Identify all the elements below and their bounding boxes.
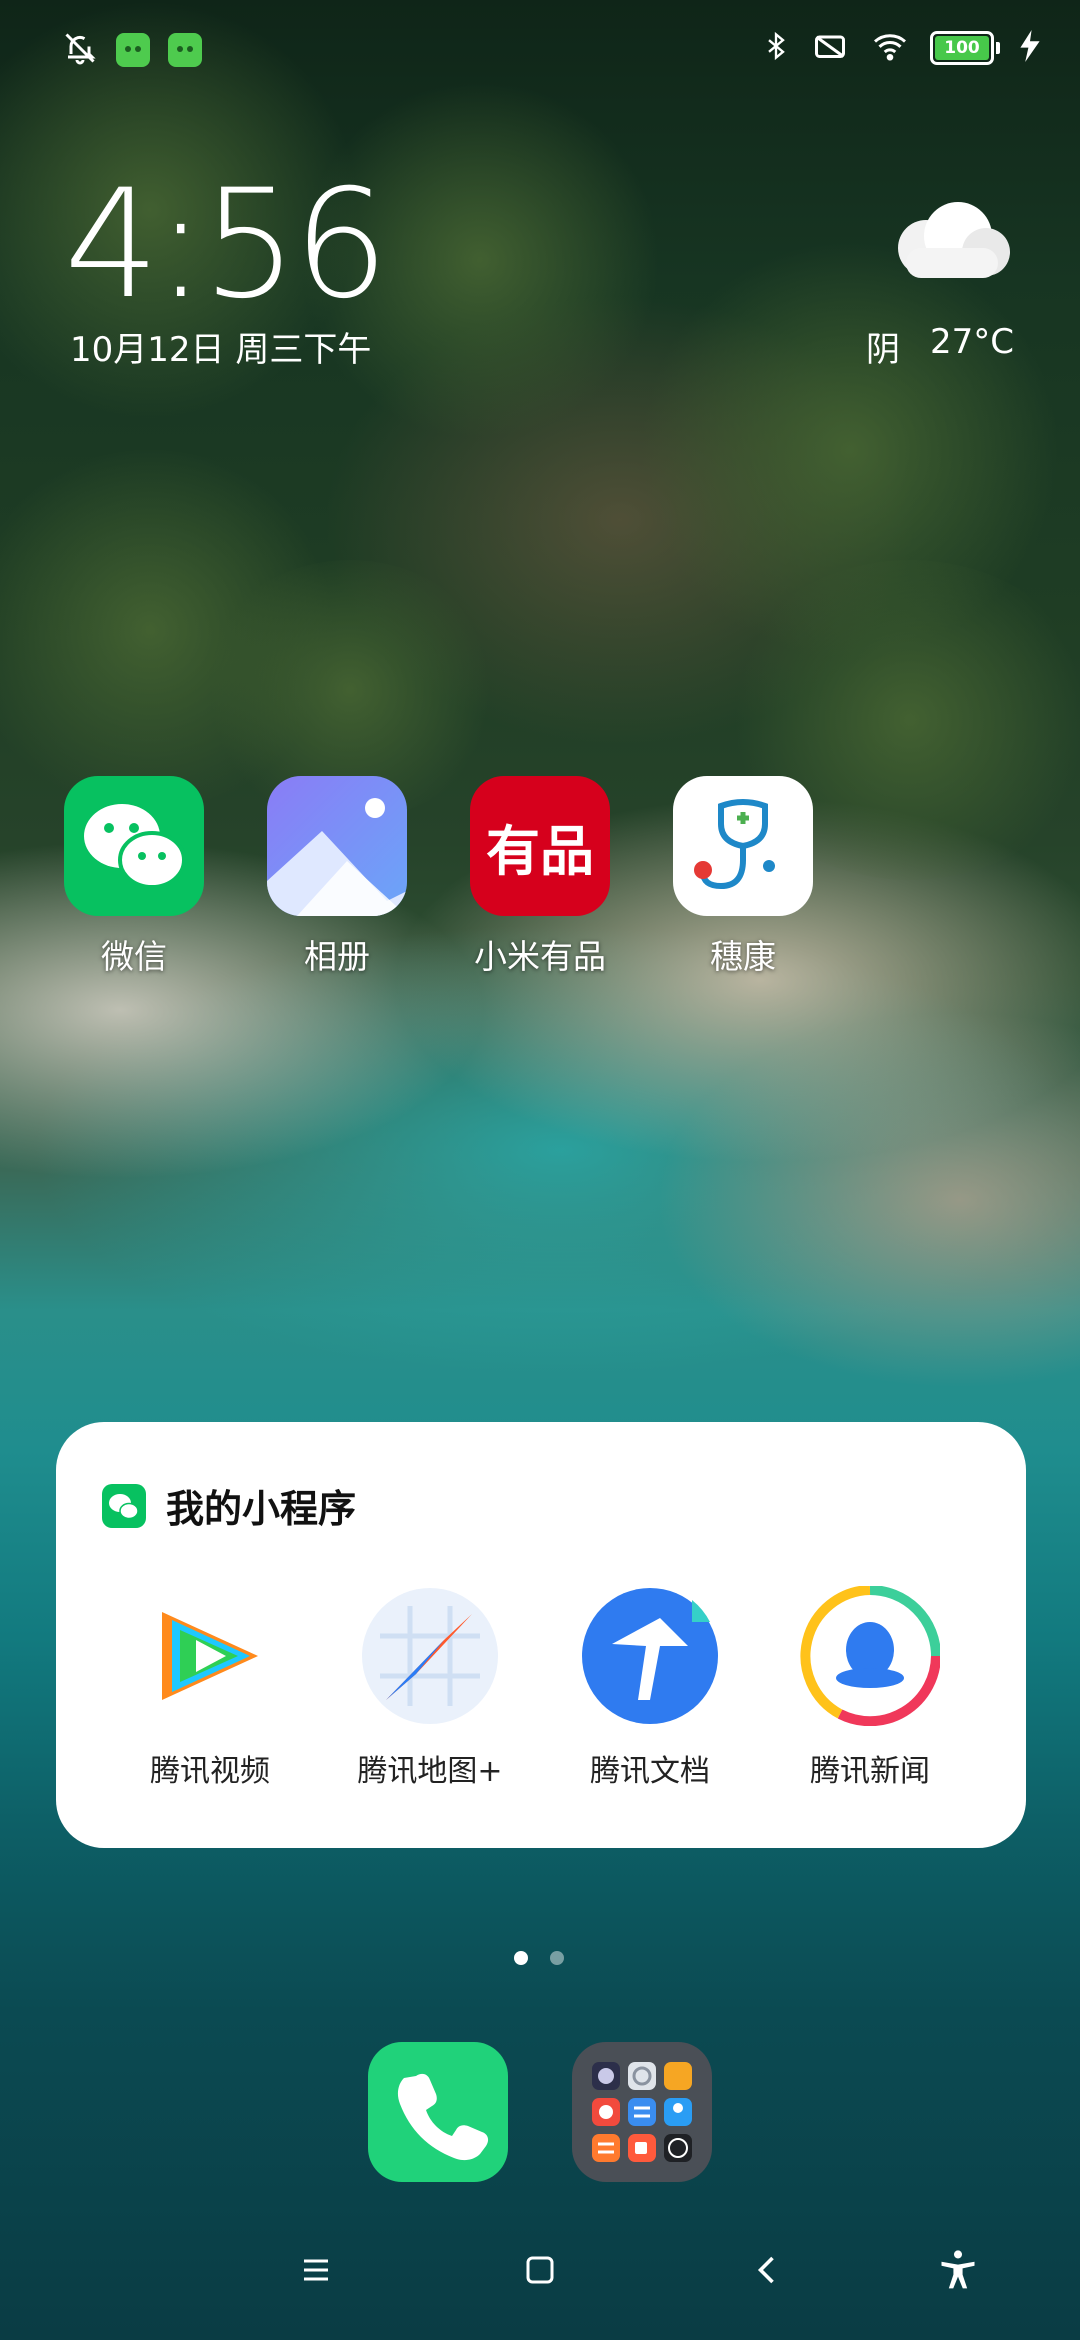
accessibility-icon[interactable] <box>928 2240 988 2300</box>
android-icon <box>168 33 202 67</box>
gallery-icon <box>267 776 407 916</box>
page-dot-active <box>514 1951 528 1965</box>
app-folder-icon[interactable] <box>572 2042 712 2182</box>
mini-app-tencent-docs[interactable]: 腾讯文档 <box>540 1586 760 1790</box>
mini-app-label: 腾讯视频 <box>150 1754 270 1789</box>
app-label: 小米有品 <box>474 937 606 976</box>
no-sim-icon <box>810 28 850 68</box>
app-suikang[interactable]: 穗康 <box>658 776 828 978</box>
phone-icon[interactable] <box>368 2042 508 2182</box>
bluetooth-icon <box>762 28 790 68</box>
battery-icon: 100 <box>930 31 1000 65</box>
bell-off-icon <box>62 30 98 70</box>
mini-app-tencent-map[interactable]: 腾讯地图+ <box>320 1586 540 1790</box>
app-label: 微信 <box>101 937 167 976</box>
app-label: 穗康 <box>710 937 776 976</box>
tencent-map-icon <box>360 1586 500 1726</box>
weather-temperature: 27°C <box>929 322 1014 362</box>
menu-icon[interactable] <box>286 2240 346 2300</box>
weather-widget[interactable]: 阴 27°C <box>866 322 1014 371</box>
widget-title: 我的小程序 <box>166 1487 357 1531</box>
back-icon[interactable] <box>738 2240 798 2300</box>
suikang-icon <box>673 776 813 916</box>
weather-condition: 阴 <box>865 330 900 370</box>
wechat-small-icon <box>102 1483 146 1528</box>
page-dot <box>550 1951 564 1965</box>
page-indicator[interactable] <box>514 1951 564 1965</box>
tencent-news-icon <box>800 1585 941 1727</box>
tencent-video-icon <box>140 1586 280 1726</box>
mini-app-label: 腾讯地图+ <box>357 1754 503 1789</box>
navigation-bar <box>0 2240 1080 2310</box>
mini-app-label: 腾讯文档 <box>590 1754 710 1789</box>
clock-time[interactable]: 4:56 <box>64 170 389 320</box>
tencent-docs-icon <box>580 1586 720 1726</box>
home-icon[interactable] <box>510 2240 570 2300</box>
app-gallery[interactable]: 相册 <box>252 776 422 978</box>
mini-app-label: 腾讯新闻 <box>810 1754 930 1789</box>
cloud-icon[interactable] <box>886 200 1012 280</box>
app-wechat[interactable]: 微信 <box>49 776 219 978</box>
mini-programs-widget[interactable]: 我的小程序 腾讯视频 腾讯地图+ 腾讯文档 腾讯新闻 <box>56 1422 1026 1848</box>
clock-date[interactable]: 10月12日 周三下午 <box>70 322 371 371</box>
mini-app-tencent-news[interactable]: 腾讯新闻 <box>760 1585 980 1790</box>
mini-app-tencent-video[interactable]: 腾讯视频 <box>100 1586 320 1790</box>
status-bar: 100 <box>0 18 1080 78</box>
app-youpin[interactable]: 有品 小米有品 <box>455 776 625 978</box>
wifi-icon <box>870 28 910 68</box>
charging-icon <box>1020 30 1040 66</box>
app-label: 相册 <box>304 937 370 976</box>
android-icon <box>116 33 150 67</box>
youpin-icon: 有品 <box>470 776 610 916</box>
wechat-icon <box>64 776 204 916</box>
